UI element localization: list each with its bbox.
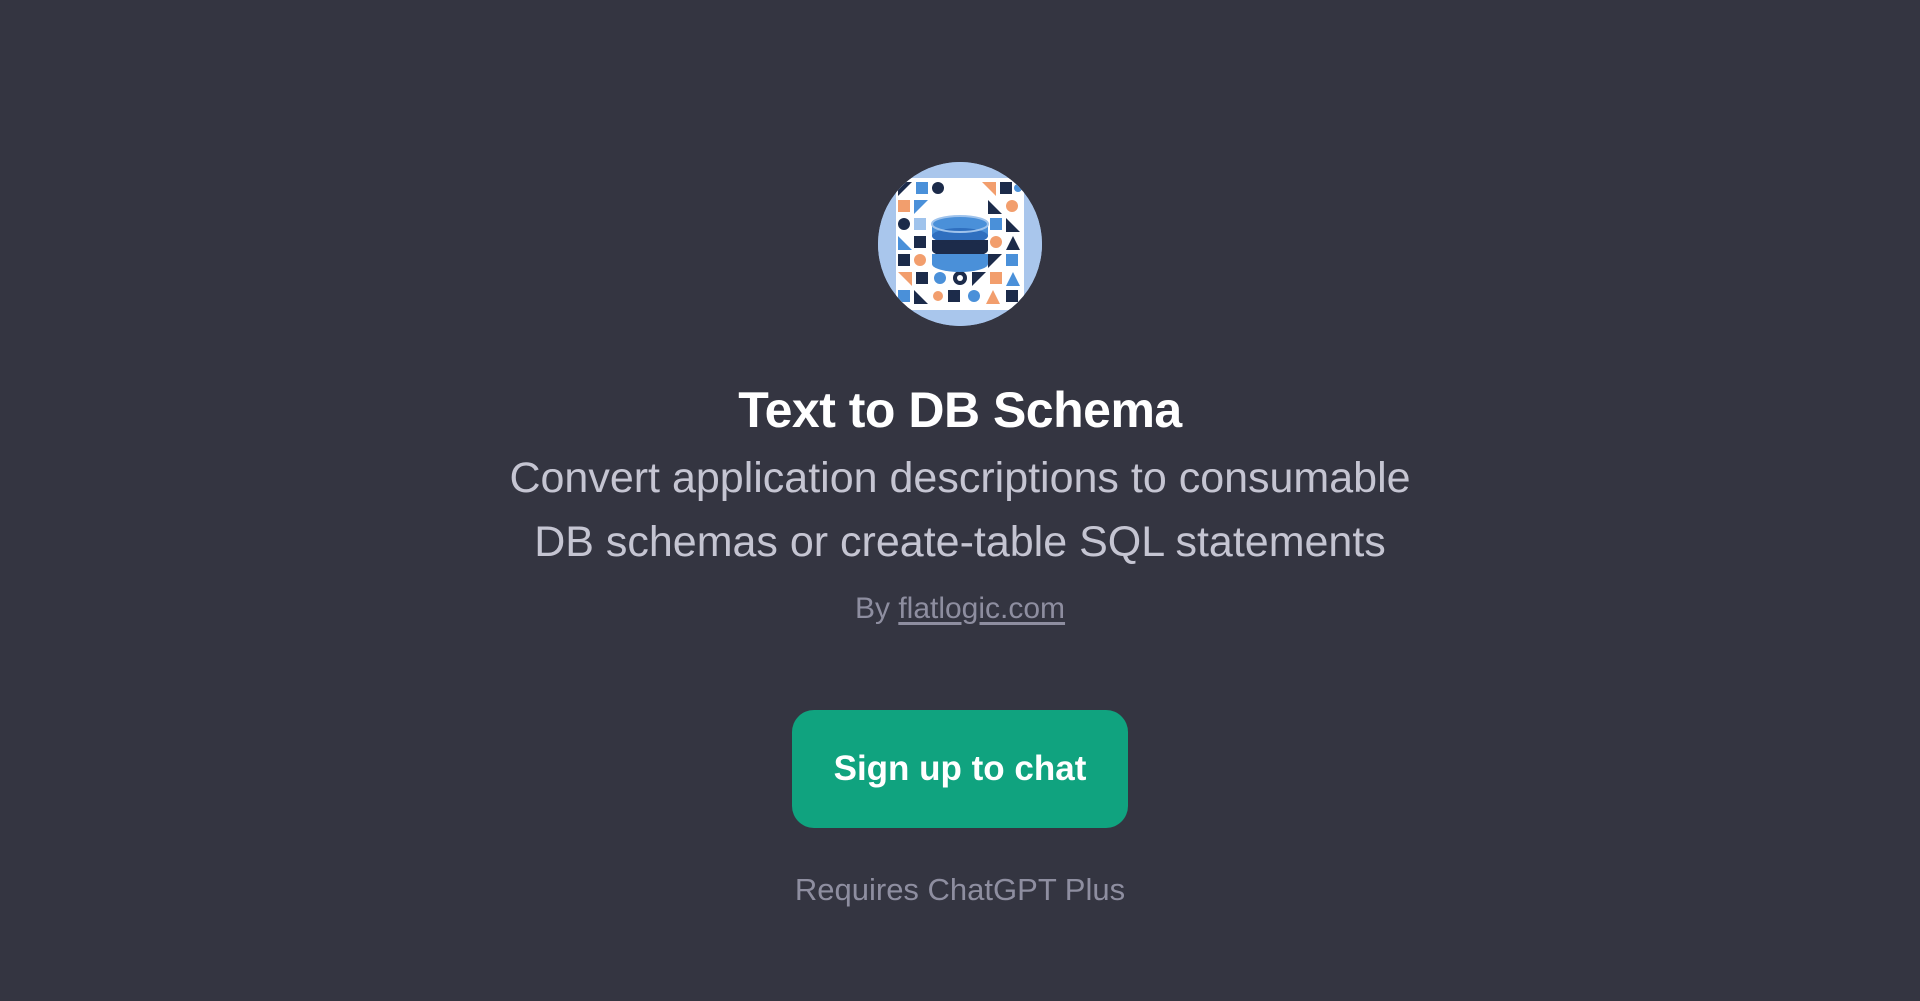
byline-prefix: By bbox=[854, 592, 890, 625]
sign-up-button[interactable]: Sign up to chat bbox=[792, 710, 1128, 828]
database-icon bbox=[878, 162, 1042, 326]
gpt-description: Convert application descriptions to cons… bbox=[460, 446, 1460, 574]
gpt-description-line-1: Convert application descriptions to cons… bbox=[509, 454, 1411, 502]
gpt-landing-page: Text to DB Schema Convert application de… bbox=[0, 0, 1920, 1001]
plan-requirement-note: Requires ChatGPT Plus bbox=[794, 872, 1126, 907]
gpt-avatar bbox=[878, 162, 1042, 326]
author-link[interactable]: flatlogic.com bbox=[898, 592, 1065, 625]
gpt-title: Text to DB Schema bbox=[738, 382, 1182, 438]
author-byline: By flatlogic.com bbox=[0, 589, 1920, 629]
gpt-description-line-2: DB schemas or create-table SQL statement… bbox=[534, 518, 1386, 566]
